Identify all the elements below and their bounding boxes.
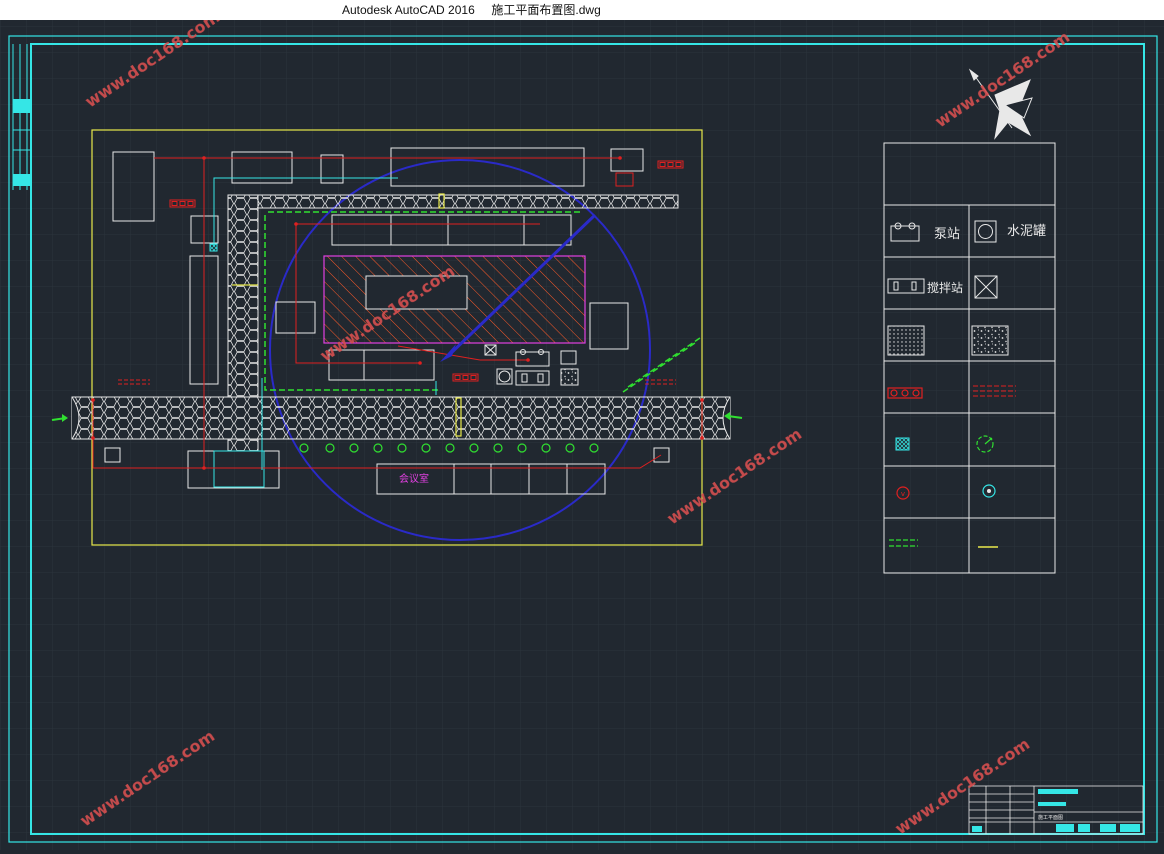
title-bar: Autodesk AutoCAD 2016 施工平面布置图.dwg [0, 0, 1164, 20]
hydrant-icon [895, 437, 910, 451]
title-block-text: 施工平面图 [1038, 814, 1063, 821]
hydrant-icon [209, 243, 218, 252]
svg-text:v: v [901, 490, 905, 498]
drawing-canvas[interactable]: 会议室 泵站 水泥罐 搅拌站 v 施工平面图 www.doc168.com ww… [0, 7, 1164, 850]
legend-mixer-label: 搅拌站 [927, 280, 963, 295]
meeting-room-label: 会议室 [399, 472, 429, 485]
window-title: Autodesk AutoCAD 2016 施工平面布置图.dwg [342, 3, 601, 17]
legend-speck-hatch [971, 325, 1009, 356]
legend-dots-hatch [887, 325, 925, 356]
legend-cement-label: 水泥罐 [1007, 224, 1046, 239]
legend-pump-label: 泵站 [934, 227, 960, 242]
